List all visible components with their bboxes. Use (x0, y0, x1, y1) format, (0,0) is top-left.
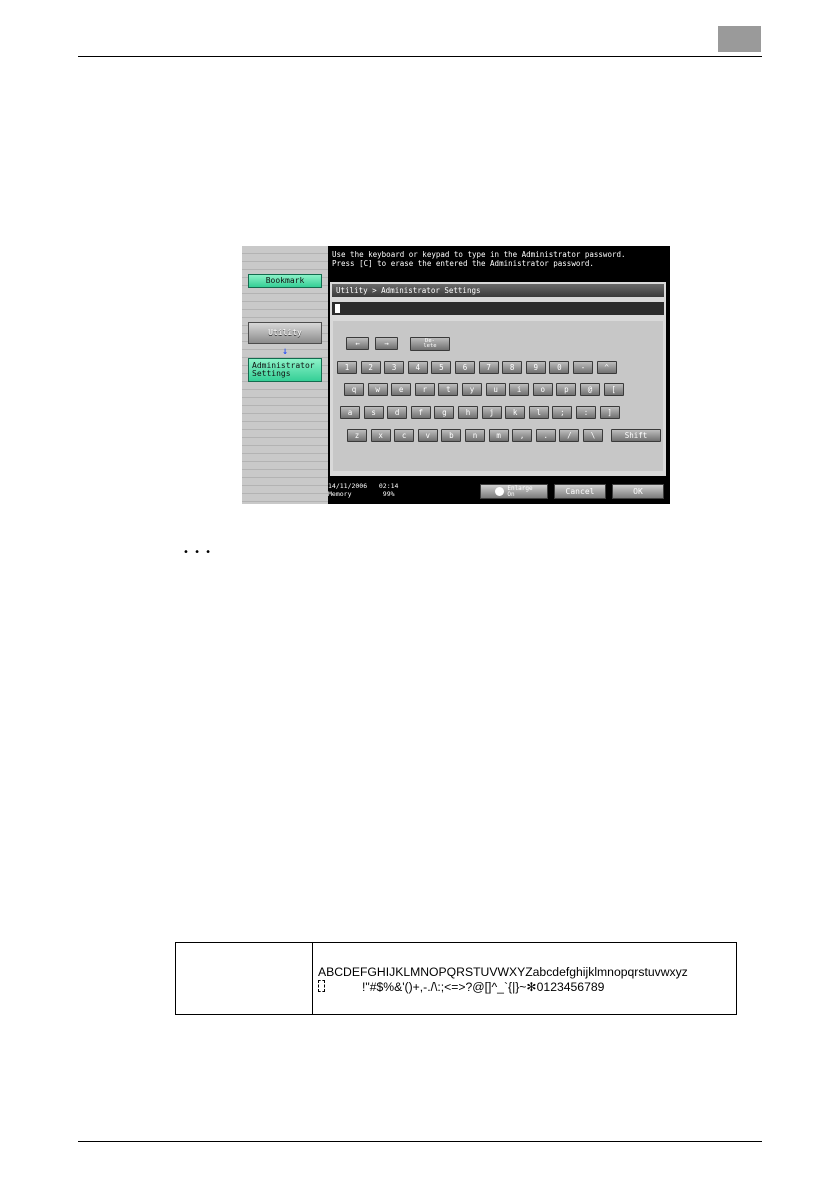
key-1-6[interactable]: u (485, 383, 506, 396)
key-0-9[interactable]: 0 (549, 361, 570, 374)
key-3-0[interactable]: z (347, 429, 367, 442)
enlarge-label: Enlarge On (507, 485, 532, 498)
key-1-11[interactable]: [ (603, 383, 624, 396)
allowed-characters-line1: ABCDEFGHIJKLMNOPQRSTUVWXYZabcdefghijklmn… (318, 965, 688, 979)
chapter-tab (718, 26, 761, 52)
key-0-1[interactable]: 2 (360, 361, 381, 374)
key-3-2[interactable]: c (394, 429, 415, 442)
allowed-characters-line2: !"#$%&'()+,-./\:;<=>?@[]^_`{|}~✻01234567… (318, 980, 604, 994)
key-1-0[interactable]: q (344, 383, 364, 396)
control-panel-screenshot: Bookmark Utility ↓ Administrator Setting… (242, 246, 670, 504)
key-0-4[interactable]: 5 (431, 361, 452, 374)
key-0-2[interactable]: 3 (384, 361, 405, 374)
key-3-9[interactable]: / (559, 429, 580, 442)
bookmark-button[interactable]: Bookmark (248, 274, 322, 288)
enlarge-icon (495, 487, 505, 496)
key-1-1[interactable]: w (367, 383, 388, 396)
key-3-5[interactable]: n (465, 429, 485, 442)
key-1-7[interactable]: i (509, 383, 530, 396)
key-2-4[interactable]: g (434, 406, 455, 419)
status-memory-value: 99% (382, 490, 395, 498)
key-3-1[interactable]: x (370, 429, 391, 442)
down-arrow-icon: ↓ (282, 346, 289, 357)
bookmark-label: Bookmark (265, 276, 305, 285)
key-2-9[interactable]: ; (552, 406, 573, 419)
key-2-8[interactable]: l (528, 406, 549, 419)
key-0-11[interactable]: ^ (596, 361, 617, 374)
key-3-10[interactable]: \ (583, 429, 603, 442)
password-panel: Utility > Administrator Settings ← → De-… (330, 282, 666, 476)
key-0-3[interactable]: 4 (407, 361, 428, 374)
cursor-right-key[interactable]: → (375, 337, 398, 350)
key-0-6[interactable]: 7 (478, 361, 499, 374)
message-line2: Press [C] to erase the entered the Admin… (332, 259, 594, 268)
administrator-settings-button[interactable]: Administrator Settings (248, 358, 322, 382)
cancel-button[interactable]: Cancel (554, 484, 606, 499)
text-cursor (335, 304, 340, 313)
key-3-7[interactable]: , (512, 429, 533, 442)
key-2-2[interactable]: d (387, 406, 408, 419)
password-input[interactable] (332, 302, 664, 315)
status-area: 14/11/2006 02:14 Memory 99% (328, 482, 398, 498)
character-table: ABCDEFGHIJKLMNOPQRSTUVWXYZabcdefghijklmn… (175, 942, 737, 1015)
status-time: 02:14 (378, 482, 399, 490)
keypad-area: ← → De- lete 1 2 3 4 5 6 7 8 9 0- ^ q w e r t y u i o p @[ a s d… (333, 321, 663, 471)
enlarge-display-button[interactable]: Enlarge On (480, 484, 548, 499)
table-divider (312, 943, 313, 1014)
key-1-10[interactable]: @ (580, 383, 600, 396)
key-1-2[interactable]: e (391, 383, 412, 396)
key-2-10[interactable]: : (576, 406, 596, 419)
key-3-4[interactable]: b (441, 429, 462, 442)
key-2-6[interactable]: j (481, 406, 502, 419)
delete-label-line2: lete (423, 343, 437, 349)
header-rule (78, 56, 762, 57)
key-2-1[interactable]: s (363, 406, 384, 419)
key-3-3[interactable]: v (417, 429, 438, 442)
key-3-6[interactable]: m (488, 429, 509, 442)
key-2-5[interactable]: h (458, 406, 478, 419)
ok-label: OK (633, 486, 643, 496)
admin-label-line2: Settings (252, 369, 291, 378)
key-0-10[interactable]: - (573, 361, 593, 374)
status-date: 14/11/2006 (328, 482, 368, 490)
message-line1: Use the keyboard or keypad to type in th… (332, 250, 626, 259)
key-0-5[interactable]: 6 (455, 361, 475, 374)
ok-button[interactable]: OK (612, 484, 664, 499)
instruction-message: Use the keyboard or keypad to type in th… (332, 250, 626, 268)
key-3-8[interactable]: . (535, 429, 556, 442)
key-1-9[interactable]: p (556, 383, 577, 396)
status-memory-label: Memory (328, 490, 352, 498)
key-0-8[interactable]: 9 (525, 361, 546, 374)
key-2-7[interactable]: k (505, 406, 526, 419)
breadcrumb: Utility > Administrator Settings (332, 284, 664, 297)
footer-rule (78, 1141, 762, 1142)
utility-label: Utility (268, 328, 302, 337)
key-1-3[interactable]: r (414, 383, 435, 396)
cursor-left-key[interactable]: ← (346, 337, 369, 350)
key-1-5[interactable]: y (462, 383, 482, 396)
key-0-0[interactable]: 1 (337, 361, 357, 374)
delete-key[interactable]: De- lete (410, 337, 450, 351)
key-1-8[interactable]: o (532, 383, 553, 396)
sidebar: Bookmark Utility ↓ Administrator Setting… (242, 246, 328, 504)
key-2-11[interactable]: ] (599, 406, 620, 419)
note-icon: • • • (183, 547, 213, 558)
key-2-0[interactable]: a (340, 406, 360, 419)
key-2-3[interactable]: f (410, 406, 431, 419)
key-0-7[interactable]: 8 (502, 361, 523, 374)
enlarge-label-line2: On (507, 490, 515, 498)
cancel-label: Cancel (565, 486, 595, 496)
key-1-4[interactable]: t (438, 383, 459, 396)
main-area: Use the keyboard or keypad to type in th… (328, 246, 670, 504)
shift-key[interactable]: Shift (611, 429, 661, 442)
allowed-characters-line2-text: !"#$%&'()+,-./\:;<=>?@[]^_`{|}~✻01234567… (362, 980, 605, 994)
utility-button[interactable]: Utility (248, 322, 322, 344)
